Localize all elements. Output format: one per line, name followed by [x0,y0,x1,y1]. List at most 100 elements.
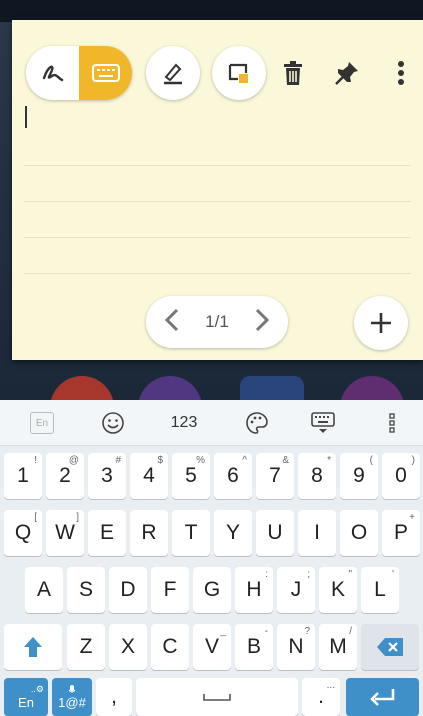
keyboard-menu-button[interactable] [380,400,404,446]
key-label: T [184,521,198,544]
note-color-button[interactable] [212,46,266,100]
previous-page-button[interactable] [164,308,180,336]
enter-key[interactable] [346,678,419,716]
key-r[interactable]: R [130,510,168,556]
key-3[interactable]: 3 # [88,453,126,499]
key-label: 0 [395,464,407,487]
key-hint: ! [34,455,37,466]
add-page-button[interactable] [354,296,408,350]
key-label: 8 [311,464,323,487]
key-hint: ( [369,455,373,466]
key-hint: $ [157,455,163,466]
page-indicator: 1/1 [205,312,229,331]
highlighter-icon [164,63,182,85]
key-u[interactable]: U [256,510,294,556]
key-label: O [350,521,368,544]
key-label: En [18,695,34,710]
key-c[interactable]: C [151,624,189,670]
shift-key[interactable] [4,624,62,670]
key-l[interactable]: L ' [361,567,399,613]
key-label: C [162,635,178,658]
key-hint: : [265,569,268,580]
backspace-key[interactable] [361,624,419,670]
key-hint: * [327,455,331,466]
key-m[interactable]: M / [319,624,357,670]
language-switch-key[interactable]: ..⚙ En [4,678,48,716]
key-k[interactable]: K " [319,567,357,613]
key-s[interactable]: S [67,567,105,613]
numbers-button[interactable]: 123 [164,400,204,446]
chevron-right-icon [255,308,270,332]
key-e[interactable]: E [88,510,126,556]
language-button[interactable]: En [26,400,58,446]
comma-key[interactable]: , [96,678,132,716]
number-row: 1! 2 @ 3 # 4 $ 5% 6 ^ 7 & 8 * 9( 0) [0,453,423,499]
key-x[interactable]: X [109,624,147,670]
key-v[interactable]: V _ [193,624,231,670]
key-p[interactable]: P + [382,510,420,556]
next-page-button[interactable] [254,308,270,336]
key-6[interactable]: 6 ^ [214,453,252,499]
key-o[interactable]: O [340,510,378,556]
ruled-line [24,238,411,274]
emoji-button[interactable] [96,400,130,446]
marker-button[interactable] [146,46,200,100]
key-label: K [330,578,345,601]
key-label: S [78,578,93,601]
handwriting-mode-button[interactable] [26,46,79,100]
note-color-icon [228,63,248,83]
key-label: 1@# [58,694,86,710]
key-8[interactable]: 8 * [298,453,336,499]
key-label: R [141,521,157,544]
app-icon [50,376,114,400]
page-navigator: 1/1 [146,296,288,348]
key-w[interactable]: W] [46,510,84,556]
key-f[interactable]: F [151,567,189,613]
hide-keyboard-button[interactable] [306,400,340,446]
key-label: E [99,521,114,544]
smiley-icon [102,412,124,434]
space-bar-icon [203,694,231,701]
key-7[interactable]: 7 & [256,453,294,499]
key-i[interactable]: I [298,510,336,556]
theme-button[interactable] [240,400,274,446]
pin-button[interactable] [330,56,364,90]
more-options-button[interactable] [384,56,418,90]
key-y[interactable]: Y [214,510,252,556]
key-label: 6 [227,464,239,487]
symbols-key[interactable]: 1@# [52,678,92,716]
key-label: Q [14,521,32,544]
key-9[interactable]: 9( [340,453,378,499]
key-label: B [246,635,261,658]
key-h[interactable]: H: [235,567,273,613]
key-d[interactable]: D [109,567,147,613]
note-text-area[interactable] [24,130,411,274]
key-b[interactable]: B- [235,624,273,670]
key-z[interactable]: Z [67,624,105,670]
key-4[interactable]: 4 $ [130,453,168,499]
key-a[interactable]: A [25,567,63,613]
key-t[interactable]: T [172,510,210,556]
period-key[interactable]: .... [302,678,340,716]
key-hint: ^ [242,455,247,466]
space-key[interactable] [136,678,298,716]
key-q[interactable]: Q[ [4,510,42,556]
key-hint: % [196,455,205,466]
key-j[interactable]: J; [277,567,315,613]
app-icon [340,376,404,400]
key-label: 3 [101,464,113,487]
key-label: M [329,635,347,658]
key-0[interactable]: 0) [382,453,420,499]
key-1[interactable]: 1! [4,453,42,499]
key-hint: " [348,569,352,580]
key-2[interactable]: 2 @ [46,453,84,499]
delete-button[interactable] [276,56,310,90]
key-g[interactable]: G [193,567,231,613]
key-n[interactable]: N? [277,624,315,670]
key-5[interactable]: 5% [172,453,210,499]
key-label: H [246,578,262,601]
key-label: X [120,635,135,658]
key-label: N [288,635,304,658]
key-label: 7 [269,464,281,487]
keyboard-mode-button[interactable] [79,46,132,100]
